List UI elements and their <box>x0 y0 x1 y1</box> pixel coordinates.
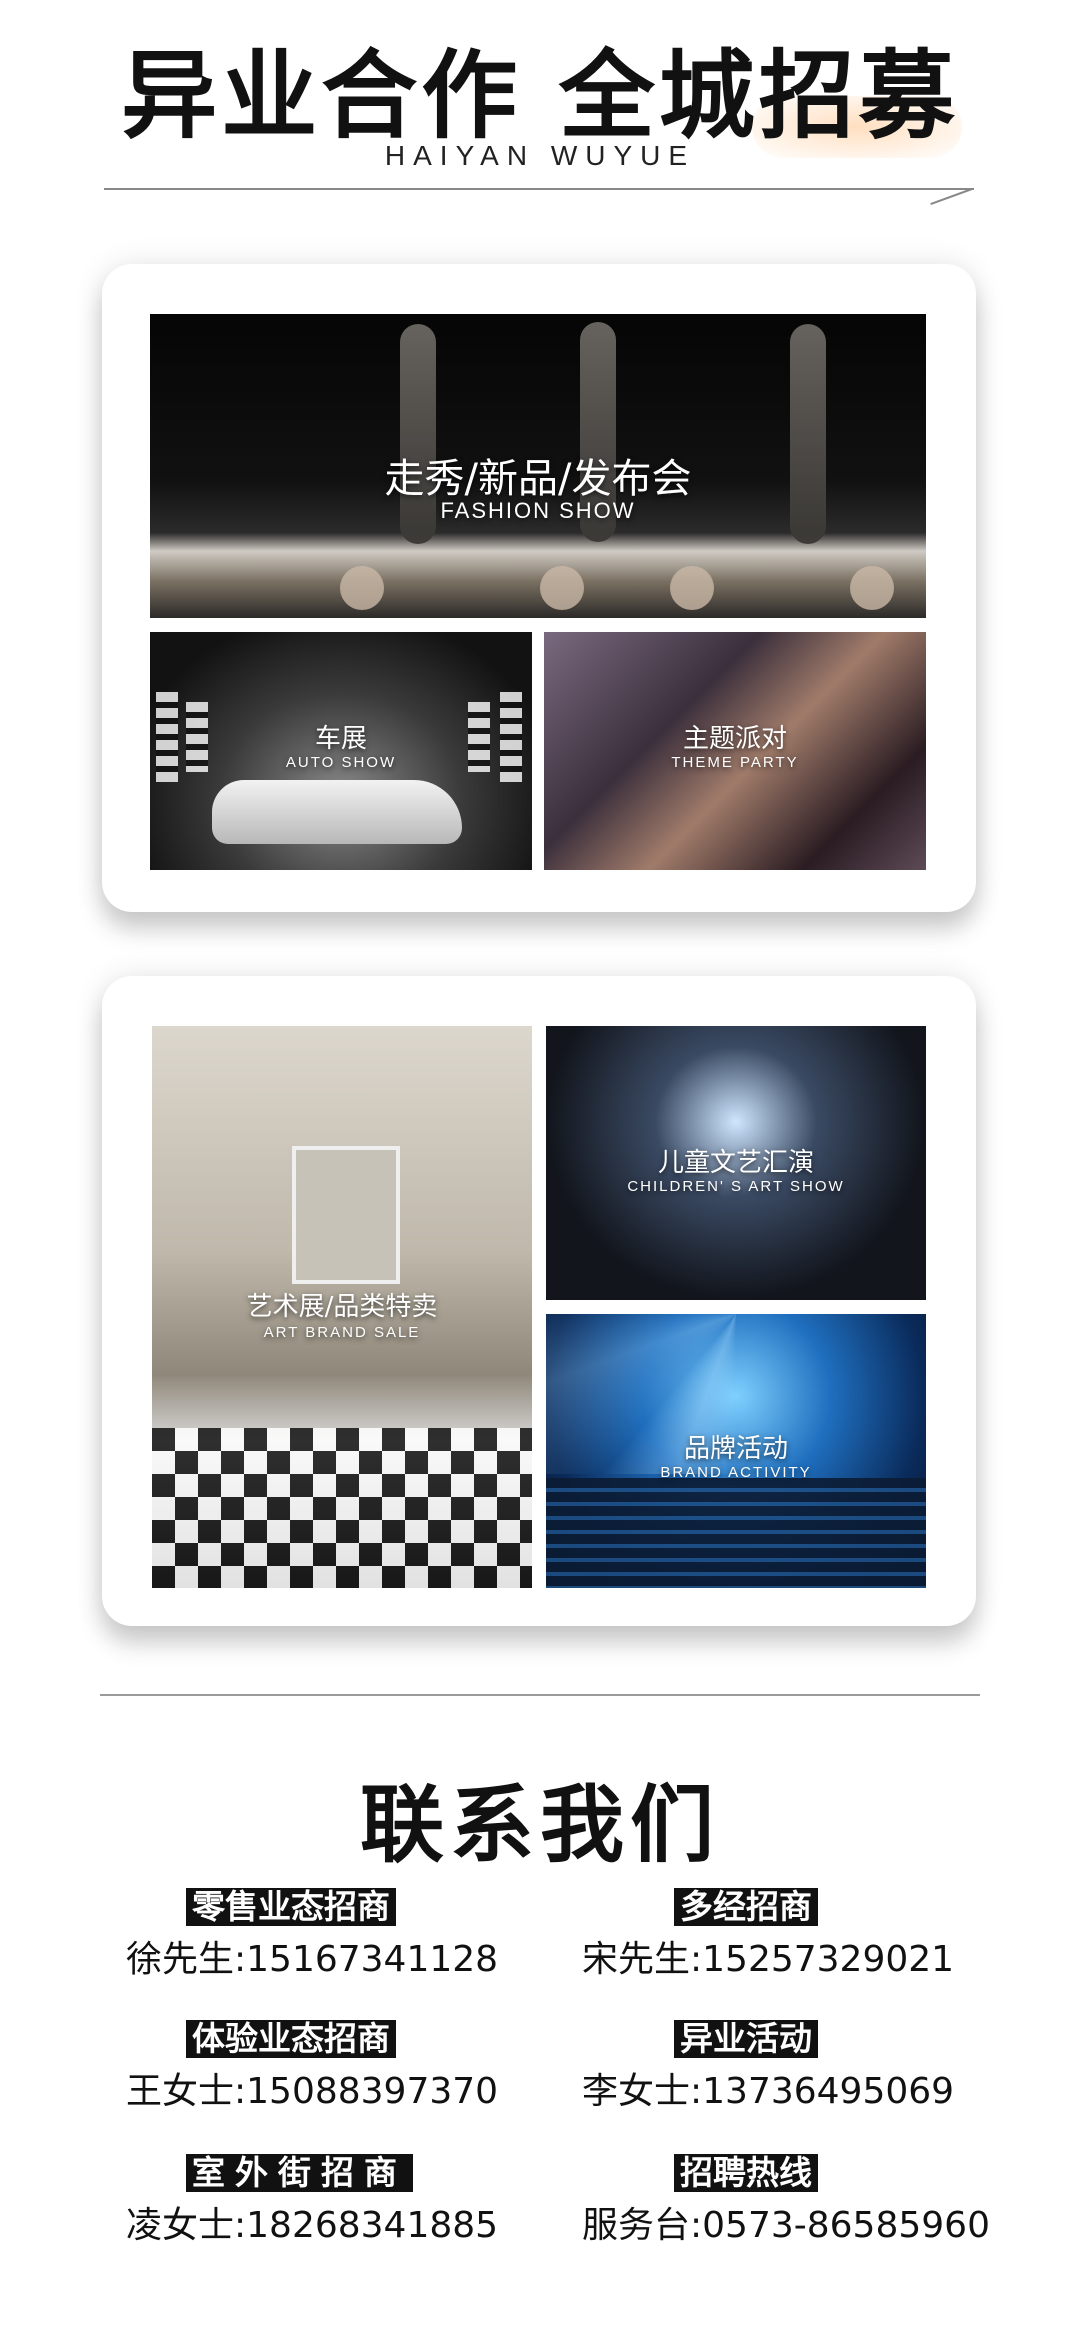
header-divider-hook <box>930 188 973 205</box>
label-retail: 零售业态招商 <box>186 1888 396 1926</box>
artwork-frame <box>292 1146 400 1284</box>
art-title: 艺术展/品类特卖 <box>246 1292 438 1322</box>
theme-party-tile[interactable]: 主题派对 THEME PARTY <box>544 632 926 870</box>
auto-subtitle: AUTO SHOW <box>285 754 397 771</box>
phone-multi[interactable]: 宋先生:15257329021 <box>582 1938 954 1982</box>
audience-seats <box>546 1478 926 1588</box>
phone-retail[interactable]: 徐先生:15167341128 <box>126 1938 498 1982</box>
children-art-show-tile[interactable]: 儿童文艺汇演 CHILDREN' S ART SHOW <box>546 1026 926 1300</box>
fashion-show-tile[interactable]: 走秀/新品/发布会 FASHION SHOW <box>150 314 926 618</box>
label-cross-industry: 异业活动 <box>674 2020 818 2058</box>
label-experience: 体验业态招商 <box>186 2020 396 2058</box>
header-divider <box>104 188 974 190</box>
fashion-title: 走秀/新品/发布会 <box>384 456 692 502</box>
brand-activity-tile[interactable]: 品牌活动 BRAND ACTIVITY <box>546 1314 926 1588</box>
page-subtitle: HAIYAN WUYUE <box>384 140 696 171</box>
audience-head <box>540 566 584 610</box>
children-subtitle: CHILDREN' S ART SHOW <box>627 1178 845 1195</box>
audience-head <box>850 566 894 610</box>
phone-recruit[interactable]: 服务台:0573-86585960 <box>582 2204 990 2248</box>
audience-head <box>670 566 714 610</box>
art-sale-tile[interactable]: 艺术展/品类特卖 ART BRAND SALE <box>152 1026 532 1588</box>
audience-head <box>340 566 384 610</box>
children-title: 儿童文艺汇演 <box>657 1148 814 1178</box>
contact-title: 联系我们 <box>359 1776 720 1874</box>
party-subtitle: THEME PARTY <box>671 754 799 771</box>
phone-outdoor[interactable]: 凌女士:18268341885 <box>126 2204 498 2248</box>
brand-title: 品牌活动 <box>683 1434 788 1464</box>
label-multi: 多经招商 <box>674 1888 818 1926</box>
art-subtitle: ART BRAND SALE <box>263 1324 421 1341</box>
phone-experience[interactable]: 王女士:15088397370 <box>126 2070 498 2114</box>
fashion-subtitle: FASHION SHOW <box>440 498 636 523</box>
section-divider <box>100 1694 980 1696</box>
label-outdoor: 室外街招商 <box>186 2154 413 2192</box>
label-recruit: 招聘热线 <box>674 2154 818 2192</box>
car-image <box>212 780 462 844</box>
party-title: 主题派对 <box>682 724 787 754</box>
checker-floor <box>152 1428 532 1588</box>
brand-subtitle: BRAND ACTIVITY <box>660 1464 812 1481</box>
phone-cross-industry[interactable]: 李女士:13736495069 <box>582 2070 954 2114</box>
auto-show-tile[interactable]: 车展 AUTO SHOW <box>150 632 532 870</box>
page-title: 异业合作 全城招募 <box>121 40 959 152</box>
auto-title: 车展 <box>314 724 367 754</box>
